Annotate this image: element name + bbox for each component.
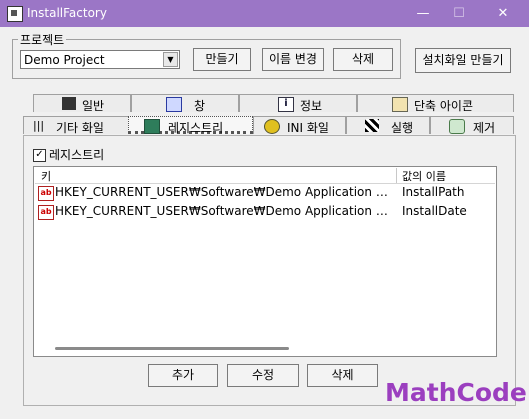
files-icon: |||	[33, 119, 45, 132]
scrollbar-thumb[interactable]	[55, 347, 289, 350]
list-item[interactable]: ab HKEY_CURRENT_USER₩Software₩Demo Appli…	[38, 184, 494, 202]
registry-checkbox-label: 레지스트리	[49, 146, 107, 163]
project-select[interactable]: Demo Project ▼	[20, 50, 180, 69]
rename-project-button[interactable]: 이름 변경	[262, 48, 324, 71]
minimize-button[interactable]: —	[405, 0, 441, 27]
tab-window-label: 창	[194, 99, 206, 113]
tab-shortcut-label: 단축 아이콘	[414, 99, 474, 113]
project-select-value: Demo Project	[24, 53, 105, 67]
tab-shortcut[interactable]: 단축 아이콘	[357, 94, 514, 113]
column-header-key[interactable]: 키	[41, 168, 51, 184]
row-key: HKEY_CURRENT_USER₩Software₩Demo Applicat…	[55, 185, 392, 199]
build-installer-button[interactable]: 설치화일 만들기	[415, 48, 511, 73]
maximize-button: ☐	[453, 6, 465, 21]
uninstall-icon	[449, 119, 465, 134]
project-group-label: 프로젝트	[18, 31, 67, 48]
registry-checkbox[interactable]: ✓	[33, 149, 46, 162]
tab-other-files-label: 기타 화일	[56, 121, 104, 135]
row-value-name: InstallDate	[402, 204, 467, 218]
registry-string-icon: ab	[38, 205, 54, 220]
tab-general-label: 일반	[82, 99, 105, 113]
tab-run-label: 실행	[391, 121, 414, 135]
tab-registry[interactable]: 레지스트리	[128, 116, 253, 135]
window-title: InstallFactory	[27, 6, 107, 20]
edit-registry-button[interactable]: 수정	[227, 364, 299, 387]
tab-info[interactable]: i 정보	[239, 94, 357, 113]
chevron-down-icon[interactable]: ▼	[163, 52, 178, 67]
registry-list[interactable]: 키 값의 이름 ab HKEY_CURRENT_USER₩Software₩De…	[33, 166, 497, 357]
tab-remove[interactable]: 제거	[430, 116, 514, 135]
delete-registry-button[interactable]: 삭제	[307, 364, 378, 387]
tab-other-files[interactable]: ||| 기타 화일	[23, 116, 129, 135]
delete-project-button[interactable]: 삭제	[333, 48, 393, 71]
window-icon	[166, 97, 182, 112]
registry-string-icon: ab	[38, 186, 54, 201]
tab-registry-label: 레지스트리	[168, 121, 224, 135]
title-bar: InstallFactory — ☐ ✕	[0, 0, 529, 27]
horizontal-scrollbar[interactable]	[35, 341, 495, 355]
column-header-value-name[interactable]: 값의 이름	[402, 168, 446, 184]
tab-info-label: 정보	[300, 99, 323, 113]
tab-remove-label: 제거	[473, 121, 496, 135]
gear-icon	[264, 119, 280, 134]
flag-icon	[365, 119, 379, 132]
close-button[interactable]: ✕	[485, 0, 521, 27]
tab-general[interactable]: 일반	[33, 94, 131, 113]
add-registry-button[interactable]: 추가	[148, 364, 218, 387]
column-divider[interactable]	[396, 168, 397, 183]
app-icon	[7, 6, 23, 22]
list-item[interactable]: ab HKEY_CURRENT_USER₩Software₩Demo Appli…	[38, 203, 494, 221]
tab-ini-file-label: INI 화일	[287, 121, 329, 135]
watermark: MathCode	[385, 378, 527, 407]
tab-window[interactable]: 창	[131, 94, 239, 113]
registry-icon	[144, 119, 160, 134]
row-key: HKEY_CURRENT_USER₩Software₩Demo Applicat…	[55, 204, 392, 218]
tab-run[interactable]: 실행	[346, 116, 430, 135]
create-project-button[interactable]: 만들기	[193, 48, 251, 71]
info-icon: i	[278, 97, 294, 112]
tab-general-icon	[62, 97, 76, 110]
tab-ini-file[interactable]: INI 화일	[253, 116, 346, 135]
shortcut-icon	[392, 97, 408, 112]
row-value-name: InstallPath	[402, 185, 465, 199]
list-header: 키 값의 이름	[35, 168, 495, 184]
